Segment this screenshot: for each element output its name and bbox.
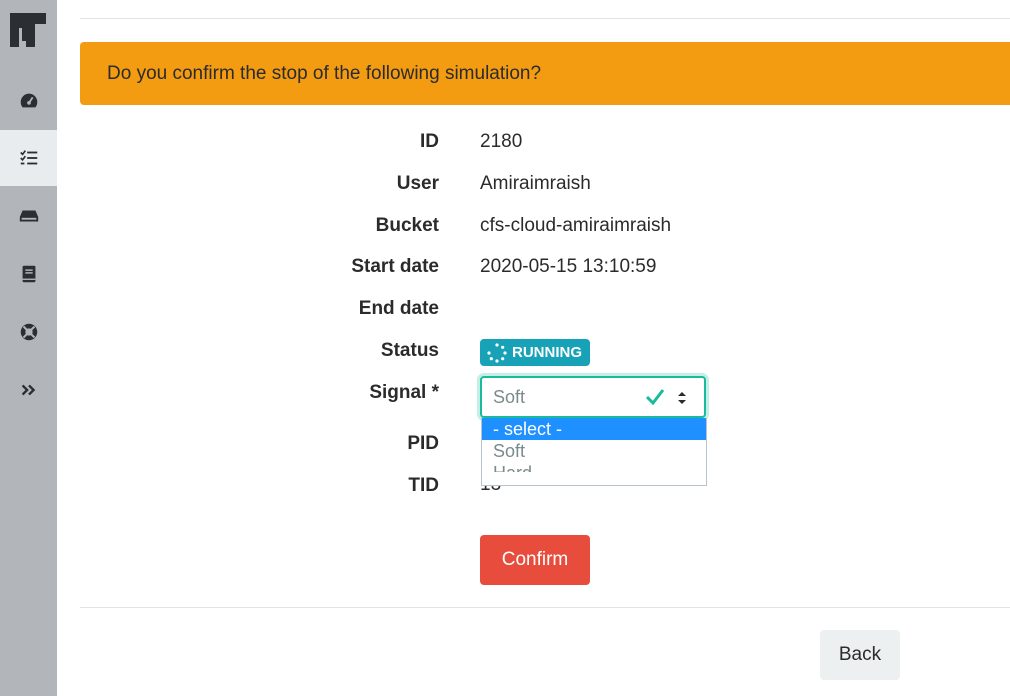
dropdown-overlap [481, 472, 707, 486]
user-label: User [396, 173, 439, 194]
sidebar-item-storage[interactable] [0, 188, 57, 244]
end-date-label: End date [358, 298, 439, 319]
bucket-value: cfs-cloud-amiraimraish [480, 215, 672, 236]
logo-icon [10, 13, 46, 47]
sidebar-item-help[interactable] [0, 304, 57, 360]
tid-label: TID [408, 475, 439, 496]
signal-label: Signal * [369, 382, 439, 403]
dashboard-icon [20, 93, 37, 108]
double-chevron-right-icon [21, 384, 35, 396]
start-date-value: 2020-05-15 13:10:59 [480, 256, 657, 277]
lifebuoy-icon [20, 323, 37, 341]
valid-check-icon [645, 389, 665, 406]
confirm-button[interactable]: Confirm [480, 535, 590, 585]
user-value: Amiraimraish [480, 173, 591, 194]
pid-label: PID [407, 433, 439, 454]
alert-message: Do you confirm the stop of the following… [107, 62, 542, 84]
status-label: Status [380, 340, 439, 361]
tasks-list-icon [19, 150, 37, 165]
bucket-label: Bucket [375, 215, 439, 236]
signal-option-soft[interactable]: Soft [482, 440, 706, 462]
storage-icon [19, 210, 38, 222]
signal-option-select[interactable]: - select - [482, 418, 706, 440]
signal-selected-value: Soft [493, 386, 526, 407]
sidebar-item-simulations[interactable] [0, 130, 57, 186]
id-value: 2180 [480, 131, 523, 152]
sidebar [0, 0, 57, 696]
start-date-label: Start date [351, 256, 439, 277]
sidebar-item-docs[interactable] [0, 246, 57, 302]
status-badge: RUNNING [480, 339, 590, 366]
confirm-alert: Do you confirm the stop of the following… [80, 42, 1010, 105]
status-text: RUNNING [512, 344, 582, 361]
select-arrows-icon [678, 392, 686, 404]
sidebar-expand[interactable] [0, 362, 57, 418]
top-divider [80, 18, 1010, 19]
id-label: ID [420, 131, 439, 152]
spinner-icon [487, 342, 507, 363]
book-icon [22, 265, 35, 283]
app-logo[interactable] [8, 10, 48, 50]
signal-select[interactable]: Soft [480, 376, 706, 418]
bottom-divider [80, 607, 1010, 608]
back-button[interactable]: Back [820, 630, 900, 680]
sidebar-item-dashboard[interactable] [0, 73, 57, 129]
